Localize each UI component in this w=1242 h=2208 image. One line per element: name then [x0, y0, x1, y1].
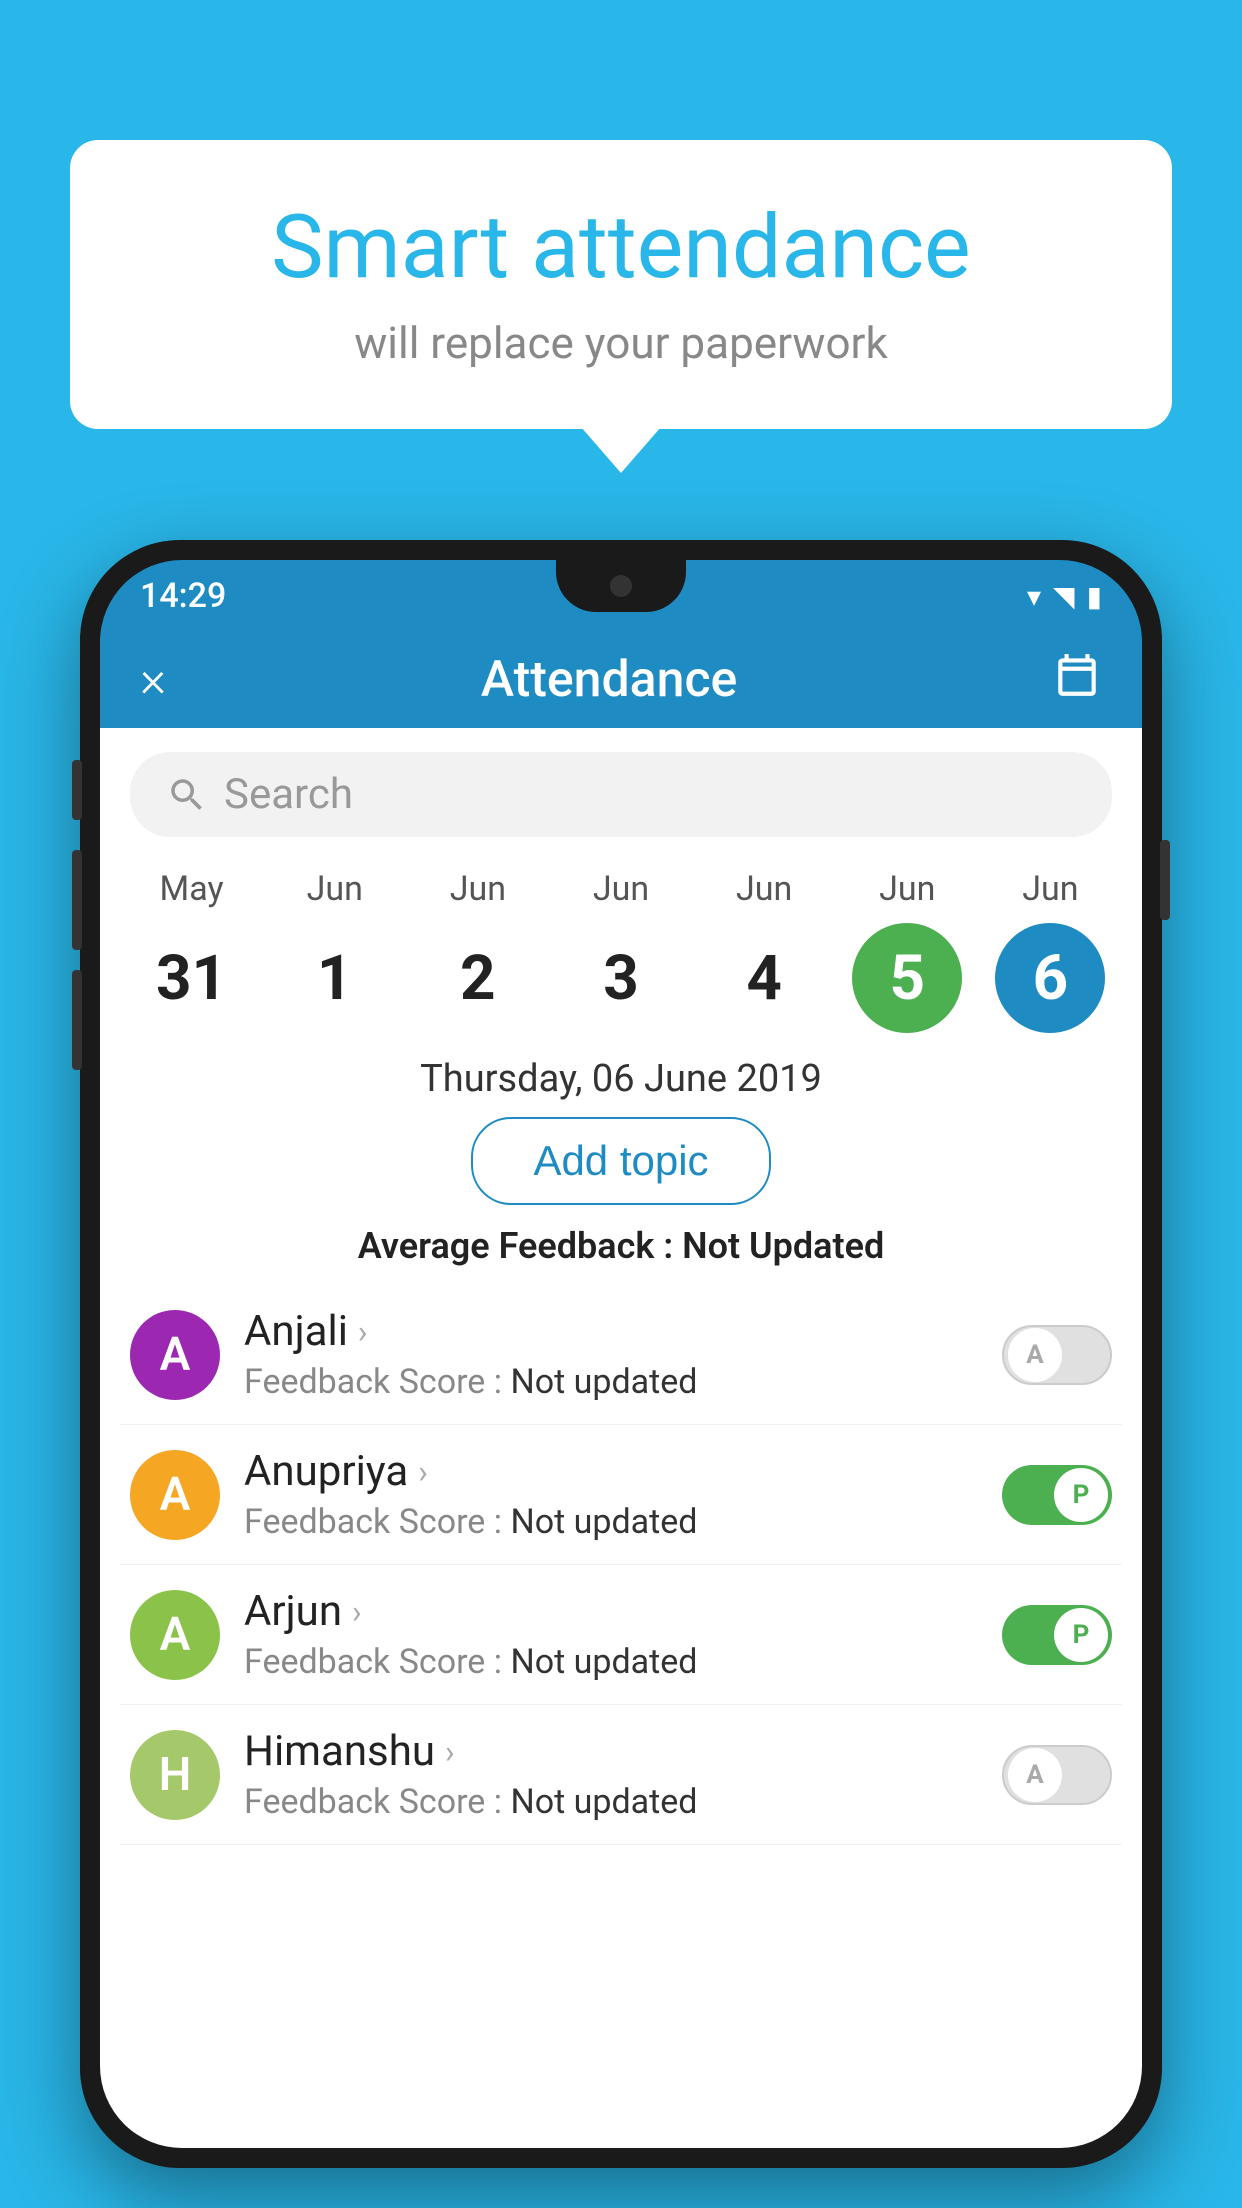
toggle-label: P	[1054, 1608, 1108, 1662]
avg-feedback-value: Not Updated	[682, 1225, 884, 1267]
toggle-container[interactable]: A	[1002, 1745, 1112, 1805]
header-title: Attendance	[481, 651, 738, 709]
student-item[interactable]: H Himanshu › Feedback Score : Not updated A	[120, 1705, 1122, 1845]
date-col-1[interactable]: Jun 1	[280, 869, 390, 1033]
student-item[interactable]: A Anjali › Feedback Score : Not updated A	[120, 1285, 1122, 1425]
feedback-value: Not updated	[510, 1502, 697, 1542]
chevron-icon: ›	[445, 1733, 455, 1771]
student-avatar: A	[130, 1450, 220, 1540]
search-bar[interactable]: Search	[130, 752, 1112, 837]
student-avatar: A	[130, 1310, 220, 1400]
power-button	[1160, 840, 1170, 920]
student-info: Anupriya › Feedback Score : Not updated	[244, 1447, 978, 1542]
date-day-number[interactable]: 4	[709, 923, 819, 1033]
camera-dot	[610, 575, 632, 597]
speech-title: Smart attendance	[150, 200, 1092, 297]
status-icons: ▾ ◥ ▮	[1027, 580, 1102, 613]
date-col-2[interactable]: Jun 2	[423, 869, 533, 1033]
feedback-value: Not updated	[510, 1362, 697, 1402]
app-header: × Attendance	[100, 632, 1142, 728]
date-month-label: Jun	[879, 869, 935, 909]
signal-icon: ◥	[1053, 580, 1075, 613]
student-feedback-score: Feedback Score : Not updated	[244, 1502, 978, 1542]
student-name: Himanshu ›	[244, 1727, 978, 1776]
feedback-value: Not updated	[510, 1642, 697, 1682]
toggle-container[interactable]: P	[1002, 1605, 1112, 1665]
chevron-icon: ›	[358, 1313, 368, 1351]
date-day-number[interactable]: 6	[995, 923, 1105, 1033]
attendance-toggle[interactable]: P	[1002, 1465, 1112, 1525]
chevron-icon: ›	[418, 1453, 428, 1491]
student-name: Arjun ›	[244, 1587, 978, 1636]
date-day-number[interactable]: 2	[423, 923, 533, 1033]
toggle-label: P	[1054, 1468, 1108, 1522]
date-col-6[interactable]: Jun 6	[995, 869, 1105, 1033]
date-col-5[interactable]: Jun 5	[852, 869, 962, 1033]
average-feedback: Average Feedback : Not Updated	[100, 1225, 1142, 1267]
student-list: AAnjali ›Feedback Score : Not updatedAAA…	[100, 1285, 1142, 1845]
volume-up-button	[72, 760, 82, 820]
date-month-label: May	[160, 869, 224, 909]
screen-content: Search May 31 Jun 1 Jun 2 Jun 3 Jun 4 Jun 5 Jun 6 Thu…	[100, 728, 1142, 2148]
student-feedback-score: Feedback Score : Not updated	[244, 1362, 978, 1402]
date-day-number[interactable]: 1	[280, 923, 390, 1033]
student-info: Anjali › Feedback Score : Not updated	[244, 1307, 978, 1402]
date-month-label: Jun	[450, 869, 506, 909]
speech-bubble-container: Smart attendance will replace your paper…	[70, 140, 1172, 429]
search-placeholder: Search	[224, 770, 353, 819]
student-item[interactable]: A Arjun › Feedback Score : Not updated P	[120, 1565, 1122, 1705]
notch	[556, 560, 686, 612]
side-button-3	[72, 970, 82, 1070]
date-day-number[interactable]: 3	[566, 923, 676, 1033]
attendance-toggle[interactable]: A	[1002, 1745, 1112, 1805]
date-picker[interactable]: May 31 Jun 1 Jun 2 Jun 3 Jun 4 Jun 5 Jun 6	[100, 853, 1142, 1049]
wifi-icon: ▾	[1027, 580, 1041, 613]
date-month-label: Jun	[593, 869, 649, 909]
toggle-label: A	[1008, 1748, 1062, 1802]
status-bar: 14:29 ▾ ◥ ▮	[100, 560, 1142, 632]
date-month-label: Jun	[736, 869, 792, 909]
search-icon	[166, 774, 208, 816]
phone-frame: 14:29 ▾ ◥ ▮ × Attendance	[80, 540, 1162, 2168]
status-time: 14:29	[140, 576, 226, 616]
date-col-4[interactable]: Jun 4	[709, 869, 819, 1033]
add-topic-button[interactable]: Add topic	[471, 1117, 770, 1205]
student-name: Anjali ›	[244, 1307, 978, 1356]
speech-subtitle: will replace your paperwork	[150, 317, 1092, 369]
speech-bubble: Smart attendance will replace your paper…	[70, 140, 1172, 429]
date-month-label: Jun	[307, 869, 363, 909]
student-name: Anupriya ›	[244, 1447, 978, 1496]
date-day-number[interactable]: 31	[137, 923, 247, 1033]
student-avatar: H	[130, 1730, 220, 1820]
feedback-value: Not updated	[510, 1782, 697, 1822]
close-button[interactable]: ×	[140, 651, 166, 709]
toggle-container[interactable]: A	[1002, 1325, 1112, 1385]
student-feedback-score: Feedback Score : Not updated	[244, 1782, 978, 1822]
battery-icon: ▮	[1087, 580, 1102, 613]
student-item[interactable]: A Anupriya › Feedback Score : Not updated P	[120, 1425, 1122, 1565]
attendance-toggle[interactable]: A	[1002, 1325, 1112, 1385]
date-col-0[interactable]: May 31	[137, 869, 247, 1033]
add-topic-container: Add topic	[100, 1117, 1142, 1205]
avg-feedback-label: Average Feedback :	[358, 1225, 682, 1267]
date-col-3[interactable]: Jun 3	[566, 869, 676, 1033]
student-info: Arjun › Feedback Score : Not updated	[244, 1587, 978, 1682]
toggle-label: A	[1008, 1328, 1062, 1382]
toggle-container[interactable]: P	[1002, 1465, 1112, 1525]
volume-down-button	[72, 850, 82, 950]
student-info: Himanshu › Feedback Score : Not updated	[244, 1727, 978, 1822]
chevron-icon: ›	[352, 1593, 362, 1631]
date-month-label: Jun	[1022, 869, 1078, 909]
attendance-toggle[interactable]: P	[1002, 1605, 1112, 1665]
date-day-number[interactable]: 5	[852, 923, 962, 1033]
phone-inner: 14:29 ▾ ◥ ▮ × Attendance	[100, 560, 1142, 2148]
student-avatar: A	[130, 1590, 220, 1680]
student-feedback-score: Feedback Score : Not updated	[244, 1642, 978, 1682]
calendar-icon[interactable]	[1052, 650, 1102, 711]
selected-date: Thursday, 06 June 2019	[100, 1057, 1142, 1101]
